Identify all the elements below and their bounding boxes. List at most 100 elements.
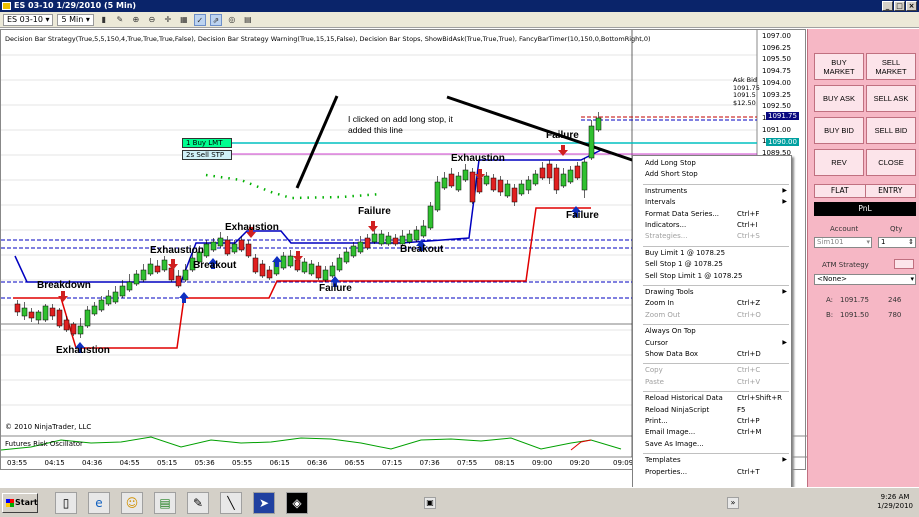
menu-item[interactable]: Cursor xyxy=(645,339,668,347)
menu-item[interactable]: Format Data Series... xyxy=(645,210,719,218)
bid-price: 1091.50 xyxy=(840,311,869,319)
menu-item[interactable]: Sell Stop 1 @ 1078.25 xyxy=(645,260,723,268)
data-box-icon[interactable]: ▤ xyxy=(242,14,254,26)
candle-body xyxy=(504,183,511,197)
signal-label: Breakout xyxy=(193,260,237,271)
sell-ask-button[interactable]: SELL ASK xyxy=(866,85,916,112)
buy-ask-button[interactable]: BUY ASK xyxy=(814,85,864,112)
atm-select[interactable]: <None> ▾ xyxy=(814,274,916,285)
sell-market-button[interactable]: SELL MARKET xyxy=(866,53,916,80)
draw-pen-icon[interactable]: ✎ xyxy=(114,14,126,26)
zoom-out-icon[interactable]: ⊖ xyxy=(146,14,158,26)
indicator-icon[interactable]: ✓ xyxy=(193,13,206,26)
menu-item[interactable]: Show Data Box xyxy=(645,350,698,358)
candle-body xyxy=(49,307,56,317)
candle-body xyxy=(392,237,399,245)
signal-label: Exhaustion xyxy=(225,222,279,233)
annotation-arrow-left xyxy=(295,95,339,189)
sell-bid-button[interactable]: SELL BID xyxy=(866,117,916,144)
properties-icon[interactable]: ▦ xyxy=(178,14,190,26)
cursor-app-icon[interactable]: ➤ xyxy=(253,492,275,514)
interval-selector[interactable]: 5 Min ▾ xyxy=(57,13,94,26)
candle-body xyxy=(497,179,504,193)
menu-item[interactable]: Add Short Stop xyxy=(645,170,698,178)
candle-body xyxy=(175,275,182,287)
menu-item[interactable]: Buy Limit 1 @ 1078.25 xyxy=(645,249,725,257)
system-clock[interactable]: 9:26 AM 1/29/2010 xyxy=(877,493,913,511)
time-tick: 09:09 xyxy=(613,459,634,467)
buy-bid-button[interactable]: BUY BID xyxy=(814,117,864,144)
candle-body xyxy=(259,263,266,277)
candle-body xyxy=(77,325,84,335)
oscillator-line xyxy=(1,436,622,451)
menu-separator xyxy=(643,453,789,455)
tools-icon[interactable]: ✎ xyxy=(187,492,209,514)
menu-item[interactable]: Templates xyxy=(645,456,681,464)
zoom-in-icon[interactable]: ⊕ xyxy=(130,14,142,26)
candle-body xyxy=(574,165,581,179)
candle-body xyxy=(217,237,224,247)
quicklaunch-icon[interactable]: ▣ xyxy=(424,497,436,509)
candle-body xyxy=(525,179,532,191)
submenu-arrow-icon: ▶ xyxy=(782,186,787,194)
maximize-button[interactable]: □ xyxy=(894,1,905,11)
buy-limit-order-chip[interactable]: 1 Buy LMT xyxy=(182,138,232,148)
menu-item[interactable]: Print... xyxy=(645,417,668,425)
candle-body xyxy=(287,255,294,267)
reverse-button[interactable]: REV xyxy=(814,149,864,176)
crosshair-icon[interactable]: ✛ xyxy=(162,14,174,26)
document-icon[interactable]: ▯ xyxy=(55,492,77,514)
candle-body xyxy=(567,169,574,183)
tray-expand-icon[interactable]: » xyxy=(727,497,739,509)
start-button[interactable]: Start xyxy=(2,493,38,513)
menu-item[interactable]: Indicators... xyxy=(645,221,686,229)
menu-item[interactable]: Intervals xyxy=(645,198,675,206)
instrument-selector[interactable]: ES 03-10 ▾ xyxy=(3,13,54,26)
minimize-button[interactable]: _ xyxy=(882,1,893,11)
menu-item[interactable]: Properties... xyxy=(645,468,687,476)
submenu-arrow-icon: ▶ xyxy=(782,456,787,464)
menu-item[interactable]: Reload NinjaScript xyxy=(645,406,709,414)
ask-bid-box: Ask Bid 1091.75 1091.5 $12.50 xyxy=(733,76,760,107)
ask-label: A: xyxy=(826,296,834,304)
price-tick: 1097.00 xyxy=(762,32,791,40)
signal-label: Breakout xyxy=(400,244,444,255)
close-button[interactable]: × xyxy=(906,1,917,11)
candle-body xyxy=(133,273,140,285)
atm-config-button[interactable] xyxy=(894,259,914,269)
menu-item[interactable]: Save As Image... xyxy=(645,440,704,448)
menu-item[interactable]: Zoom In xyxy=(645,299,674,307)
candle-body xyxy=(119,285,126,297)
close-position-button[interactable]: CLOSE xyxy=(866,149,916,176)
sell-stop-order-chip[interactable]: 2s Sell STP xyxy=(182,150,232,160)
menu-item[interactable]: Always On Top xyxy=(645,327,696,335)
scroll-icon[interactable]: ◎ xyxy=(226,14,238,26)
smiley-icon[interactable]: ☺ xyxy=(121,492,143,514)
menu-item[interactable]: Email Image... xyxy=(645,428,695,436)
strategy-icon[interactable]: ⇗ xyxy=(209,13,222,26)
chart-app-icon[interactable]: ▤ xyxy=(154,492,176,514)
bar-type-icon[interactable]: ▮ xyxy=(98,14,110,26)
account-label: Account xyxy=(830,225,859,233)
submenu-arrow-icon: ▶ xyxy=(782,338,787,346)
microphone-icon[interactable]: ╲ xyxy=(220,492,242,514)
menu-item[interactable]: Instruments xyxy=(645,187,687,195)
qty-input[interactable]: 1 ⇕ xyxy=(878,237,916,248)
candle-body xyxy=(539,167,546,179)
askbid-row: $12.50 xyxy=(733,98,756,107)
candle-body xyxy=(224,239,231,255)
ninjatrader-icon[interactable]: ◈ xyxy=(286,492,308,514)
menu-item[interactable]: Add Long Stop xyxy=(645,159,696,167)
buy-signal-arrow-icon xyxy=(272,256,282,267)
internet-explorer-icon[interactable]: e xyxy=(88,492,110,514)
menu-item[interactable]: Reload Historical Data xyxy=(645,394,723,402)
menu-item[interactable]: Sell Stop Limit 1 @ 1078.25 xyxy=(645,272,742,280)
instrument-label: ES 03-10 xyxy=(7,14,43,24)
short-stop-line xyxy=(13,207,591,349)
menu-item: Zoom Out xyxy=(645,310,681,319)
buy-market-button[interactable]: BUY MARKET xyxy=(814,53,864,80)
time-tick: 07:15 xyxy=(382,459,403,467)
menu-shortcut: Ctrl+F xyxy=(737,209,760,218)
menu-item[interactable]: Drawing Tools xyxy=(645,288,694,296)
account-select[interactable]: Sim101 ▾ xyxy=(814,237,872,248)
